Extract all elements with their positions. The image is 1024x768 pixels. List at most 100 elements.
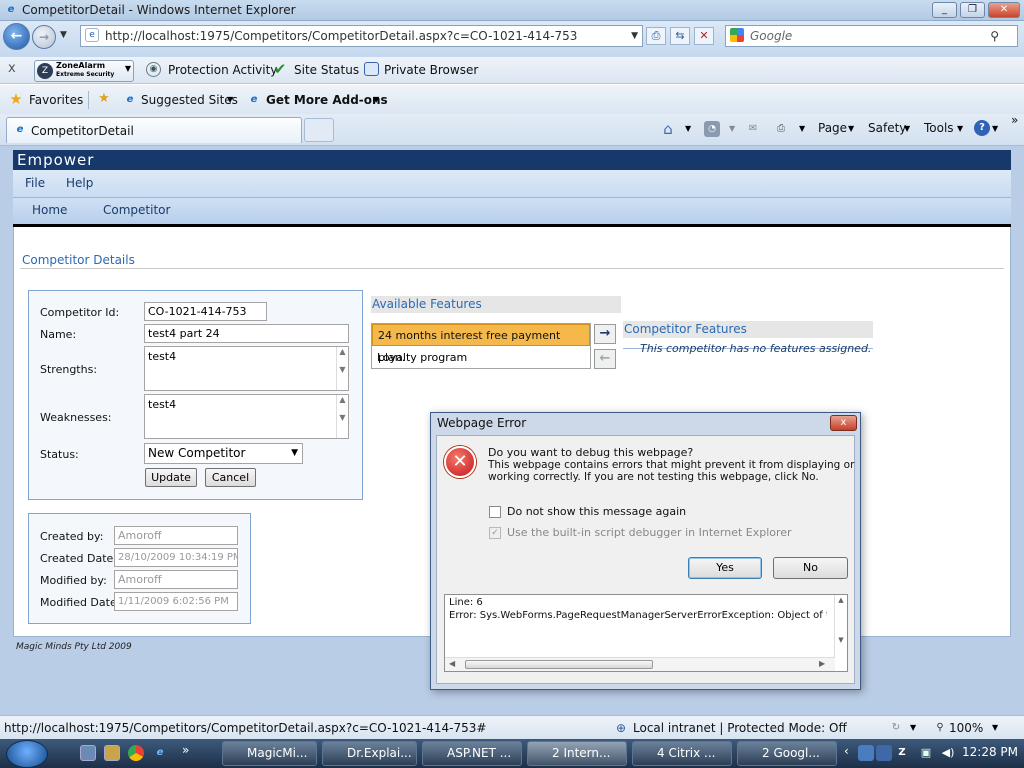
page-dropdown-icon[interactable]: ▼	[848, 124, 854, 133]
help-icon[interactable]: ?	[974, 120, 990, 136]
tray-expand-icon[interactable]: ‹	[844, 744, 849, 758]
update-button[interactable]: Update	[145, 468, 197, 487]
strengths-textarea[interactable]: test4 ▲ ▼	[144, 346, 349, 391]
competitor-id-field[interactable]: CO-1021-414-753	[144, 302, 267, 321]
maximize-button[interactable]: ❐	[960, 2, 985, 18]
volume-tray-icon[interactable]: ◀)	[940, 745, 956, 761]
zoom-dropdown-icon[interactable]: ▼	[992, 723, 998, 732]
address-bar[interactable]: e http://localhost:1975/Competitors/Comp…	[80, 25, 643, 47]
tray-icon[interactable]	[876, 745, 892, 761]
yes-button[interactable]: Yes	[688, 557, 762, 579]
taskbar-item[interactable]: 4 Citrix ...	[632, 741, 732, 766]
network-tray-icon[interactable]: ▣	[918, 745, 934, 761]
taskbar-item[interactable]: 2 Googl...	[737, 741, 837, 766]
page-menu[interactable]: Page	[818, 121, 847, 135]
dialog-close-button[interactable]: x	[830, 415, 857, 431]
private-browser-button[interactable]: Private Browser	[384, 63, 478, 77]
show-desktop-icon[interactable]	[80, 745, 96, 761]
zonealarm-line2: Extreme Security	[56, 71, 115, 78]
weaknesses-scrollbar[interactable]: ▲ ▼	[336, 395, 348, 438]
taskbar-item[interactable]: MagicMi...	[222, 741, 317, 766]
error-horizontal-scrollbar[interactable]: ◀ ▶	[445, 657, 835, 671]
back-button[interactable]: ←	[3, 23, 30, 50]
compatibility-view-icon[interactable]: ⎙	[646, 27, 666, 45]
scroll-right-icon[interactable]: ▶	[819, 659, 825, 668]
favorites-button[interactable]: Favorites	[29, 93, 83, 107]
menu-help[interactable]: Help	[66, 176, 93, 190]
nav-competitor[interactable]: Competitor	[103, 203, 170, 217]
taskbar-item[interactable]: ASP.NET ...	[422, 741, 522, 766]
feeds-icon[interactable]: ◔	[704, 121, 720, 137]
window-close-button[interactable]: ✕	[988, 2, 1020, 18]
explorer-quicklaunch-icon[interactable]	[104, 745, 120, 761]
taskbar-item[interactable]: Dr.Explai...	[322, 741, 417, 766]
recent-pages-dropdown-icon[interactable]: ▼	[60, 30, 67, 40]
dont-show-label[interactable]: Do not show this message again	[507, 505, 686, 518]
error-vertical-scrollbar[interactable]: ▲ ▼	[834, 595, 847, 657]
safety-menu[interactable]: Safety	[868, 121, 906, 135]
remove-feature-arrow-button[interactable]: ←	[594, 349, 616, 369]
chrome-quicklaunch-icon[interactable]	[128, 745, 144, 761]
status-select[interactable]: New Competitor ▼	[144, 443, 303, 464]
search-input[interactable]: Google ⚲	[725, 25, 1018, 47]
zoom-level[interactable]: 100%	[949, 721, 983, 735]
dont-show-checkbox[interactable]	[489, 506, 501, 518]
stop-icon[interactable]: ✕	[694, 27, 714, 45]
refresh-icon[interactable]: ⇆	[670, 27, 690, 45]
zonealarm-tray-icon[interactable]: Z	[894, 745, 910, 761]
taskbar-item-active[interactable]: 2 Intern...	[527, 741, 627, 766]
scroll-left-icon[interactable]: ◀	[449, 659, 455, 668]
name-field[interactable]: test4 part 24	[144, 324, 349, 343]
protected-dropdown-icon[interactable]: ▼	[910, 723, 916, 732]
tray-icon[interactable]	[858, 745, 874, 761]
cancel-button[interactable]: Cancel	[205, 468, 256, 487]
home-dropdown-icon[interactable]: ▼	[685, 124, 691, 133]
feature-item[interactable]: Loyalty program	[372, 347, 590, 369]
protection-activity-button[interactable]: Protection Activity	[168, 63, 277, 77]
ie-quicklaunch-icon[interactable]: e	[152, 745, 168, 761]
error-details-box[interactable]: Line: 6 Error: Sys.WebForms.PageRequestM…	[444, 594, 848, 672]
new-tab-button[interactable]	[304, 118, 334, 142]
menu-file[interactable]: File	[25, 176, 45, 190]
command-bar-overflow[interactable]: »	[1011, 113, 1018, 127]
no-button[interactable]: No	[773, 557, 848, 579]
dialog-message-line1: This webpage contains errors that might …	[488, 459, 855, 471]
suggested-dropdown-icon[interactable]: ▼	[227, 95, 233, 104]
quicklaunch-overflow[interactable]: »	[182, 743, 189, 757]
forward-button[interactable]: →	[32, 25, 56, 49]
zonealarm-dropdown-icon[interactable]: ▼	[125, 64, 131, 73]
start-button[interactable]	[6, 740, 48, 768]
help-dropdown-icon[interactable]: ▼	[992, 124, 998, 133]
suggested-sites-button[interactable]: Suggested Sites	[141, 93, 238, 107]
read-mail-icon[interactable]: ✉	[745, 121, 761, 137]
feature-item-selected[interactable]: 24 months interest free payment plan.	[372, 324, 590, 364]
add-feature-arrow-button[interactable]: →	[594, 324, 616, 344]
toolbar-close-button[interactable]: x	[8, 61, 16, 76]
minimize-button[interactable]: _	[932, 2, 957, 18]
print-icon[interactable]: ⎙	[773, 121, 789, 137]
protected-mode-icon[interactable]: ↻	[888, 720, 904, 736]
safety-dropdown-icon[interactable]: ▼	[904, 124, 910, 133]
clock[interactable]: 12:28 PM	[962, 745, 1018, 759]
home-icon[interactable]: ⌂	[660, 121, 676, 137]
feeds-dropdown-icon[interactable]: ▼	[729, 124, 735, 133]
nav-home[interactable]: Home	[32, 203, 67, 217]
addons-dropdown-icon[interactable]: ▼	[373, 95, 379, 104]
add-favorites-icon[interactable]: ★	[96, 91, 112, 107]
tab-label: CompetitorDetail	[31, 124, 134, 138]
zonealarm-button[interactable]: Z ZoneAlarm Extreme Security ▼	[34, 60, 134, 82]
site-status-button[interactable]: Site Status	[294, 63, 359, 77]
tools-menu[interactable]: Tools	[924, 121, 954, 135]
search-icon[interactable]: ⚲	[990, 26, 999, 46]
browser-tab-current[interactable]: e CompetitorDetail	[6, 117, 302, 143]
strengths-scrollbar[interactable]: ▲ ▼	[336, 347, 348, 390]
address-dropdown-icon[interactable]: ▼	[631, 26, 638, 46]
scroll-thumb[interactable]	[465, 660, 653, 669]
weaknesses-textarea[interactable]: test4 ▲ ▼	[144, 394, 349, 439]
zone-status[interactable]: Local intranet | Protected Mode: Off	[633, 721, 847, 735]
status-dropdown-icon[interactable]: ▼	[291, 444, 298, 463]
ie-logo-icon: e	[7, 4, 15, 15]
tools-dropdown-icon[interactable]: ▼	[957, 124, 963, 133]
print-dropdown-icon[interactable]: ▼	[799, 124, 805, 133]
get-more-addons-button[interactable]: Get More Add-ons	[266, 93, 388, 107]
